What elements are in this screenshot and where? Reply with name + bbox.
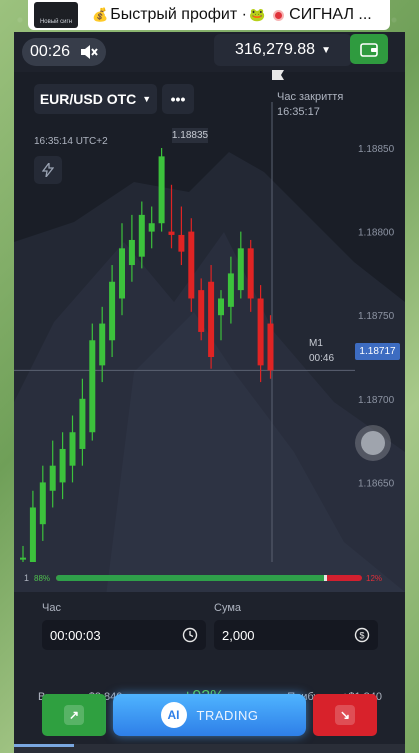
- buy-button[interactable]: ↗: [42, 694, 106, 736]
- expiry-time: 16:35:17: [277, 106, 320, 118]
- arrow-up-right-icon: ↗: [64, 705, 84, 725]
- red-dot-icon: [273, 9, 285, 21]
- candle-up: [49, 465, 56, 491]
- candle-up: [109, 281, 116, 341]
- expiry-label: Час закриття: [277, 91, 344, 103]
- price-tick-label: 1.18750: [358, 311, 395, 322]
- amount-label: Сума: [214, 602, 242, 614]
- balance-selector[interactable]: 316,279.88 ▼: [214, 34, 352, 66]
- buy-percentage: 88%: [34, 573, 51, 583]
- dollar-icon[interactable]: $: [354, 627, 370, 643]
- candle-down: [257, 298, 264, 366]
- more-options-button[interactable]: •••: [162, 84, 194, 114]
- asset-pair: EUR/USD OTC: [39, 91, 137, 107]
- candle-up: [119, 248, 125, 299]
- candle-up: [237, 248, 244, 291]
- candle-down: [178, 234, 185, 252]
- timer-text: 00:26: [30, 43, 71, 60]
- time-input[interactable]: 00:00:03: [42, 620, 206, 650]
- candle-up: [218, 298, 224, 316]
- flag-icon: [272, 70, 284, 80]
- price-tick-label: 1.18850: [358, 144, 395, 155]
- lightning-icon: [42, 163, 54, 177]
- candle-up: [128, 239, 135, 266]
- candle-up: [69, 432, 76, 466]
- candle-up: [20, 557, 26, 560]
- arrow-down-right-icon: ↘: [335, 705, 355, 725]
- candle-up: [148, 223, 155, 232]
- candle-down: [198, 290, 205, 332]
- pinned-title-part1: Быстрый профит ·: [110, 6, 247, 23]
- amount-value: 2,000: [222, 627, 255, 643]
- current-price-badge: 1.18717: [355, 343, 400, 360]
- video-timer[interactable]: 00:26: [22, 38, 107, 66]
- floating-assistive-button[interactable]: [355, 425, 391, 461]
- price-tick-label: 1.18650: [358, 478, 395, 489]
- chevron-down-icon: ▼: [142, 94, 152, 104]
- chevron-down-icon: ▼: [321, 44, 331, 56]
- candle-down: [267, 323, 274, 371]
- time-label: Час: [42, 602, 61, 614]
- svg-text:$: $: [359, 631, 364, 641]
- candle-up: [59, 448, 66, 483]
- candle-up: [138, 214, 145, 257]
- high-price-label: 1.18835: [171, 128, 209, 143]
- clock-icon[interactable]: [182, 627, 198, 643]
- candle-down: [168, 231, 175, 235]
- sell-button[interactable]: ↘: [313, 694, 377, 736]
- candle-up: [227, 273, 234, 307]
- candle-up: [99, 323, 106, 366]
- wallet-icon: [360, 43, 378, 57]
- sentiment-prefix: 1: [24, 573, 30, 583]
- mute-icon[interactable]: [80, 44, 98, 60]
- pinned-message-bar[interactable]: Новый сигн 💰 Быстрый профит · 🐸 СИГНАЛ .…: [28, 0, 390, 30]
- ai-trading-button[interactable]: AI TRADING: [113, 694, 306, 736]
- ai-trading-label: TRADING: [196, 707, 259, 723]
- server-time: 16:35:14 UTC+2: [34, 136, 108, 147]
- candle-up: [39, 482, 46, 525]
- candle-countdown: 00:46: [309, 353, 335, 364]
- wallet-button[interactable]: [350, 34, 388, 64]
- candle-up: [158, 156, 165, 224]
- amount-input[interactable]: 2,000 $: [214, 620, 378, 650]
- pinned-thumbnail: Новый сигн: [34, 2, 78, 28]
- video-player[interactable]: 00:26 316,279.88 ▼ 1.18850 1.18800 1.18750…: [14, 32, 405, 753]
- price-tick-label: 1.18700: [358, 395, 395, 406]
- indicators-button[interactable]: [34, 156, 62, 184]
- frog-icon: 🐸: [248, 7, 266, 22]
- ai-badge: AI: [160, 702, 187, 728]
- price-tick-label: 1.18800: [358, 228, 395, 239]
- money-bag-icon: 💰: [92, 7, 109, 22]
- timeframe-label: M1: [309, 338, 323, 349]
- sentiment-marker: [324, 575, 328, 581]
- trader-sentiment: 1 88% 12%: [24, 570, 388, 586]
- asset-selector[interactable]: EUR/USD OTC ▼: [34, 84, 157, 114]
- sentiment-buy-fill: [56, 575, 326, 581]
- sentiment-bar: [56, 575, 362, 581]
- video-progress-fill: [14, 744, 74, 747]
- candle-down: [247, 248, 254, 299]
- video-progress-bar[interactable]: [14, 744, 405, 753]
- sell-percentage: 12%: [366, 573, 383, 583]
- balance-value: 316,279.88: [235, 41, 316, 58]
- time-value: 00:00:03: [50, 627, 101, 643]
- candle-down: [208, 281, 215, 357]
- candle-up: [79, 398, 86, 449]
- candle-up: [29, 507, 36, 583]
- candle-down: [188, 231, 195, 299]
- pinned-title: 💰 Быстрый профит · 🐸 СИГНАЛ ...: [92, 6, 372, 24]
- expiry-info: Час закриття 16:35:17: [277, 90, 343, 120]
- candle-up: [89, 340, 96, 433]
- player-header: 00:26 316,279.88 ▼: [14, 32, 405, 72]
- pinned-title-part2: СИГНАЛ ...: [289, 6, 372, 23]
